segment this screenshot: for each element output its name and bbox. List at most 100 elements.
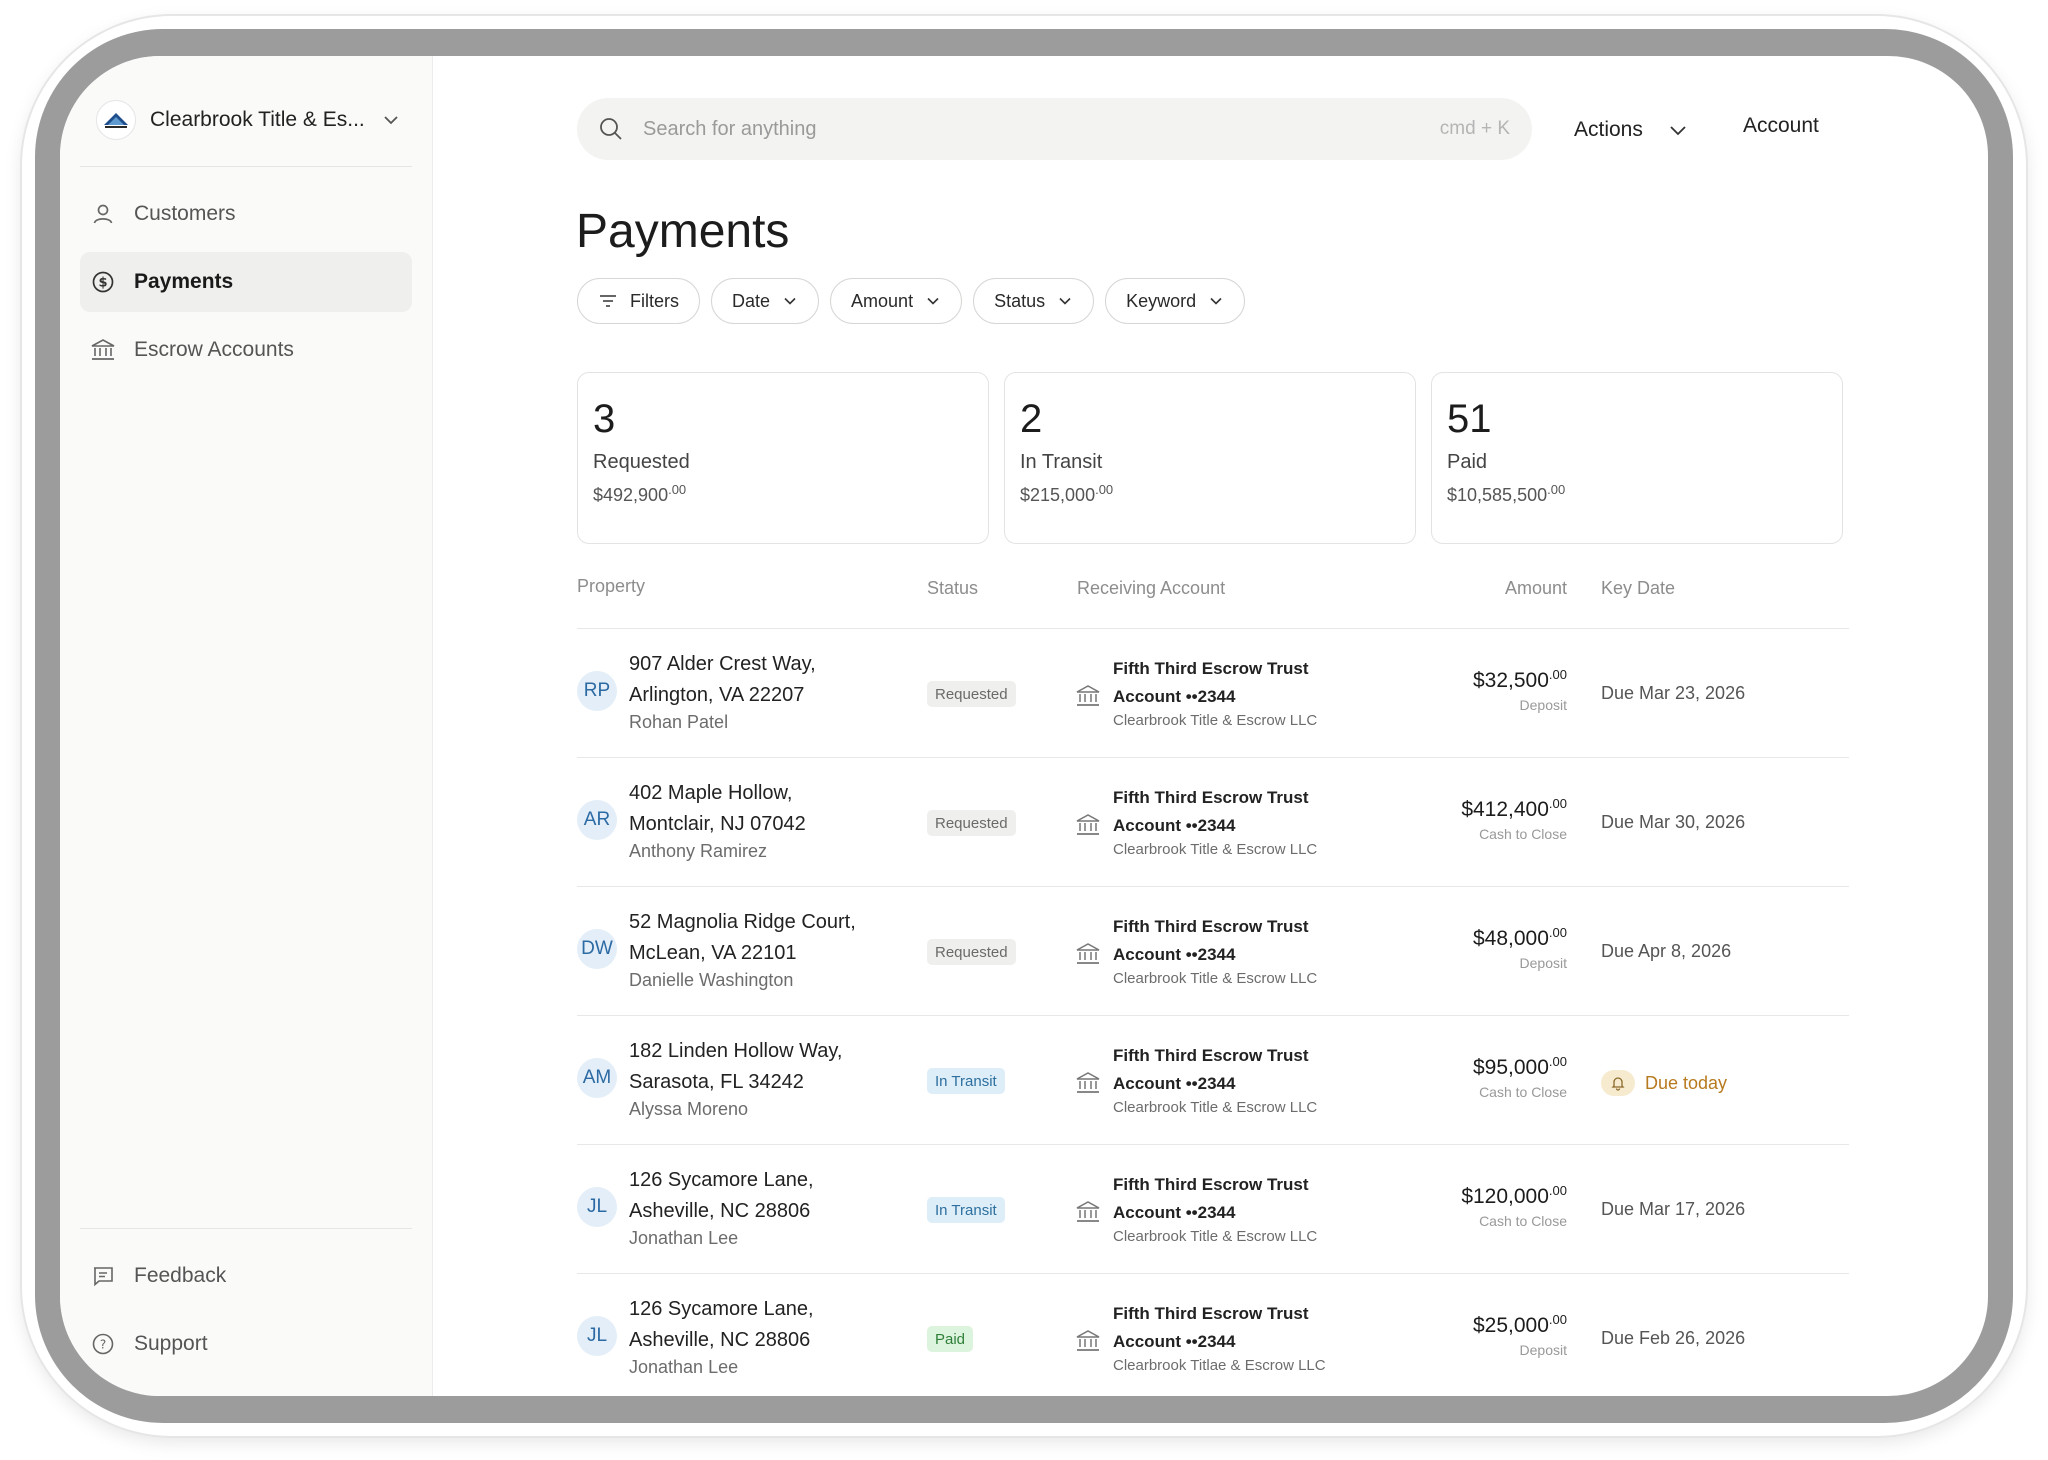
bank-icon [1075,1329,1101,1353]
table-row[interactable]: JL 126 Sycamore Lane, Asheville, NC 28806 J… [577,1144,1849,1275]
key-date: Due Mar 17, 2026 [1601,1199,1746,1219]
customer-name: Jonathan Lee [629,1357,739,1377]
search-shortcut: cmd + K [1439,118,1510,139]
table-row[interactable]: AM 182 Linden Hollow Way, Sarasota, FL 342… [577,1015,1849,1146]
status-filter[interactable]: Status [973,278,1095,324]
status-badge: Requested [927,810,1016,836]
amount-value: $25,000.00 [1473,1312,1567,1337]
status-badge: In Transit [927,1197,1005,1223]
actions-menu[interactable]: Actions [1574,114,1689,146]
table-row[interactable]: RP 907 Alder Crest Way, Arlington, VA 2220… [577,628,1849,759]
table-row[interactable]: DW 52 Magnolia Ridge Court, McLean, VA 221… [577,886,1849,1017]
property-address-line1: 126 Sycamore Lane, [629,1298,814,1320]
summary-card-in-transit[interactable]: 2 In Transit $215,000.00 [1004,372,1416,544]
sidebar-item-payments[interactable]: $ Payments [80,252,412,312]
amount-cell: $120,000.00 Cash to Close [1461,1183,1567,1229]
status-badge: In Transit [927,1068,1005,1094]
property-cell: 182 Linden Hollow Way, Sarasota, FL 34242… [629,1036,929,1120]
filter-lines-icon [600,295,616,307]
filter-bar: Filters Date Amount Status Keyword [577,278,1246,324]
column-header-status[interactable]: Status [927,578,978,599]
bank-icon [90,337,116,363]
account-number: Account ••2344 [1113,1074,1236,1093]
dollar-circle-icon: $ [90,269,116,295]
summary-amount: $10,585,500.00 [1447,482,1566,505]
avatar: JL [577,1187,617,1227]
summary-label: In Transit [1020,451,1103,473]
payment-type: Deposit [1519,1342,1567,1358]
search-input[interactable]: Search for anything [643,118,1440,141]
property-address-line1: 126 Sycamore Lane, [629,1169,814,1191]
property-address-line2: Arlington, VA 22207 [629,684,805,706]
summary-cards: 3 Requested $492,900.00 2 In Transit $21… [577,372,1843,544]
avatar: JL [577,1316,617,1356]
summary-amount: $492,900.00 [593,482,687,505]
sidebar-item-escrow-accounts[interactable]: Escrow Accounts [80,320,412,380]
date-filter[interactable]: Date [711,278,820,324]
customer-name: Anthony Ramirez [629,841,768,861]
page-title: Payments [576,205,790,258]
table-header: Property Status Receiving Account Amount… [577,576,1849,616]
org-name: Clearbrook Title & Es... [150,108,365,131]
user-icon [90,201,116,227]
account-number: Account ••2344 [1113,687,1236,706]
feedback-icon [90,1263,116,1289]
summary-label: Paid [1447,451,1488,473]
account-holder: Clearbrook Title & Escrow LLC [1113,970,1318,987]
payment-type: Cash to Close [1479,826,1567,842]
sidebar-item-customers[interactable]: Customers [80,184,412,244]
property-address-line2: McLean, VA 22101 [629,942,797,964]
sidebar-item-label: Payments [134,270,234,293]
filters-button[interactable]: Filters [577,278,700,324]
key-date: Due Apr 8, 2026 [1601,941,1732,961]
bank-icon [1075,942,1101,966]
status-badge: Requested [927,939,1016,965]
org-switcher[interactable]: Clearbrook Title & Es... [96,96,402,144]
sidebar-divider [80,166,412,167]
column-header-key-date[interactable]: Key Date [1601,578,1675,599]
bell-icon [1601,1070,1635,1096]
status-badge: Requested [927,681,1016,707]
amount-filter[interactable]: Amount [830,278,963,324]
column-header-amount[interactable]: Amount [1505,578,1567,599]
payment-type: Cash to Close [1479,1084,1567,1100]
help-circle-icon: ? [90,1331,116,1357]
account-button[interactable]: Account [1743,114,1819,138]
chevron-down-icon [927,297,939,305]
property-cell: 907 Alder Crest Way, Arlington, VA 22207 R… [629,649,929,733]
bank-name: Fifth Third Escrow Trust [1113,1304,1309,1323]
amount-cell: $32,500.00 Deposit [1473,667,1567,713]
chip-label: Filters [630,290,679,311]
amount-value: $95,000.00 [1473,1054,1567,1079]
amount-value: $412,400.00 [1461,796,1567,821]
summary-card-paid[interactable]: 51 Paid $10,585,500.00 [1431,372,1843,544]
search-bar[interactable]: Search for anything cmd + K [577,98,1532,160]
table-row[interactable]: JL 126 Sycamore Lane, Asheville, NC 28806 J… [577,1273,1849,1396]
column-header-property[interactable]: Property [577,576,645,597]
org-logo [96,100,136,140]
summary-count: 3 [593,397,616,441]
sidebar-item-support[interactable]: ? Support [80,1314,412,1374]
amount-cell: $95,000.00 Cash to Close [1473,1054,1567,1100]
key-date: Due Mar 23, 2026 [1601,683,1746,703]
property-cell: 52 Magnolia Ridge Court, McLean, VA 22101… [629,907,929,991]
property-cell: 126 Sycamore Lane, Asheville, NC 28806 Jon… [629,1294,929,1378]
avatar: AM [577,1058,617,1098]
chevron-down-icon [1059,297,1071,305]
chip-label: Keyword [1126,290,1197,311]
receiving-account-cell: Fifth Third Escrow Trust Account ••2344 Cl… [1113,913,1317,987]
chevron-down-icon [784,297,796,305]
sidebar: Clearbrook Title & Es... Customers $ Pay… [60,56,433,1396]
bank-icon [1075,1071,1101,1095]
summary-card-requested[interactable]: 3 Requested $492,900.00 [577,372,989,544]
account-holder: Clearbrook Titlae & Escrow LLC [1113,1357,1326,1374]
sidebar-item-feedback[interactable]: Feedback [80,1246,412,1306]
table-row[interactable]: AR 402 Maple Hollow, Montclair, NJ 07042 An… [577,757,1849,888]
account-number: Account ••2344 [1113,1203,1236,1222]
column-header-receiving-account[interactable]: Receiving Account [1077,578,1225,599]
status-badge: Paid [927,1326,974,1352]
bank-name: Fifth Third Escrow Trust [1113,1046,1309,1065]
sidebar-item-label: Customers [134,202,236,225]
customer-name: Danielle Washington [629,970,794,990]
keyword-filter[interactable]: Keyword [1105,278,1246,324]
